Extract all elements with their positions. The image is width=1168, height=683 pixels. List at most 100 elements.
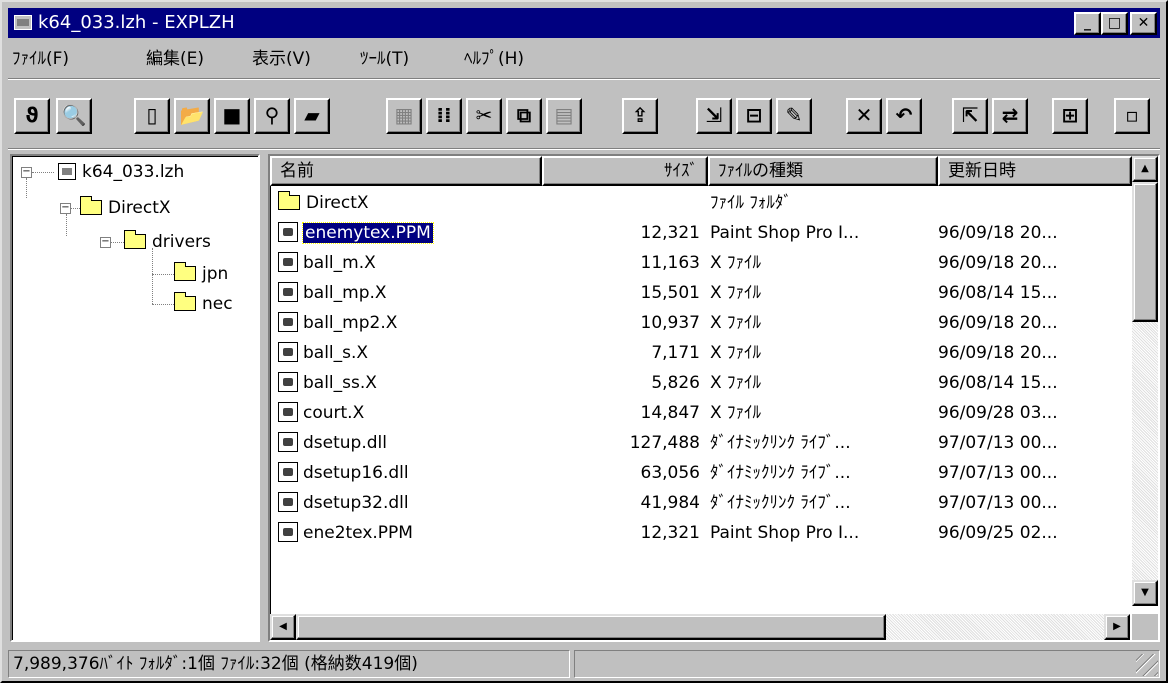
- folder-tree[interactable]: − k64_033.lzh − DirectX − drivers jpn ne…: [10, 154, 260, 642]
- properties-icon[interactable]: ⊟: [736, 98, 772, 134]
- view-mode-icon[interactable]: ▫: [1114, 98, 1150, 134]
- file-size: 15,501: [640, 283, 700, 303]
- file-date: 96/09/18 20...: [938, 223, 1058, 243]
- file-type: Paint Shop Pro I...: [710, 523, 860, 543]
- swap-icon[interactable]: ⇄: [992, 98, 1028, 134]
- file-type: ﾀﾞｲﾅﾐｯｸﾘﾝｸ ﾗｲﾌﾞ...: [710, 463, 851, 483]
- file-size: 7,171: [651, 343, 700, 363]
- file-name: enemytex.PPM: [302, 222, 434, 244]
- maximize-button[interactable]: □: [1101, 12, 1128, 35]
- find-icon[interactable]: ⚲: [254, 98, 290, 134]
- list-item[interactable]: ball_mp2.X 10,937 X ﾌｧｲﾙ 96/09/18 20...: [270, 308, 1130, 338]
- list-item[interactable]: ball_mp.X 15,501 X ﾌｧｲﾙ 96/08/14 15...: [270, 278, 1130, 308]
- new-icon[interactable]: ▯: [134, 98, 170, 134]
- scroll-up-icon[interactable]: ▲: [1132, 156, 1158, 182]
- list-item[interactable]: dsetup.dll 127,488 ﾀﾞｲﾅﾐｯｸﾘﾝｸ ﾗｲﾌﾞ... 97/07…: [270, 428, 1130, 458]
- menu-help[interactable]: ﾍﾙﾌﾟ(H): [464, 48, 524, 70]
- file-size: 12,321: [640, 523, 700, 543]
- tree-line: [32, 172, 54, 173]
- file-size: 127,488: [629, 433, 700, 453]
- column-header-type[interactable]: ﾌｧｲﾙの種類: [708, 156, 938, 186]
- list-item[interactable]: ball_s.X 7,171 X ﾌｧｲﾙ 96/09/18 20...: [270, 338, 1130, 368]
- extract-icon[interactable]: ⇪: [622, 98, 658, 134]
- file-icon: [278, 282, 298, 302]
- file-date: 96/09/18 20...: [938, 253, 1058, 273]
- collapse-directx-icon[interactable]: −: [60, 203, 71, 214]
- scroll-right-icon[interactable]: ▶: [1104, 614, 1130, 640]
- delete-icon[interactable]: ✕: [846, 98, 882, 134]
- file-name-cell: DirectX: [278, 188, 540, 218]
- title-bar[interactable]: k64_033.lzh - EXPLZH _ □ ✕: [8, 8, 1160, 38]
- move-icon[interactable]: ⇱: [952, 98, 988, 134]
- tree-node-root[interactable]: k64_033.lzh: [58, 160, 184, 184]
- list-item[interactable]: DirectX ﾌｧｲﾙ ﾌｫﾙﾀﾞ: [270, 188, 1130, 218]
- file-size: 14,847: [640, 403, 700, 423]
- tree-line: [152, 248, 153, 304]
- window-title: k64_033.lzh - EXPLZH: [38, 12, 235, 33]
- view-icon[interactable]: ⁞⁞: [426, 98, 462, 134]
- file-icon: [278, 222, 298, 242]
- scroll-left-icon[interactable]: ◀: [270, 614, 296, 640]
- column-header-name[interactable]: 名前: [270, 156, 542, 186]
- app-icon[interactable]: [14, 15, 32, 30]
- compress-icon[interactable]: ⇲: [696, 98, 732, 134]
- file-name-cell: ball_mp2.X: [278, 308, 540, 338]
- options-icon[interactable]: ⊞: [1052, 98, 1088, 134]
- folder-icon: [80, 196, 102, 215]
- menu-bar: ﾌｧｲﾙ(F) 編集(E) 表示(V) ﾂｰﾙ(T) ﾍﾙﾌﾟ(H): [8, 42, 1160, 74]
- file-list[interactable]: 名前 ｻｲｽﾞ ﾌｧｲﾙの種類 更新日時 DirectX ﾌｧｲﾙ ﾌｫﾙﾀﾞ en…: [268, 154, 1160, 642]
- file-icon: [278, 342, 298, 362]
- save-icon[interactable]: ■: [214, 98, 250, 134]
- cut-icon[interactable]: ✂: [466, 98, 502, 134]
- open-folder-icon[interactable]: ▰: [294, 98, 330, 134]
- column-header-size[interactable]: ｻｲｽﾞ: [542, 156, 708, 186]
- file-date: 96/08/14 15...: [938, 373, 1058, 393]
- menu-tools[interactable]: ﾂｰﾙ(T): [360, 48, 409, 70]
- minimize-button[interactable]: _: [1074, 12, 1101, 35]
- file-date: 96/09/18 20...: [938, 313, 1058, 333]
- menu-file[interactable]: ﾌｧｲﾙ(F): [12, 48, 69, 70]
- folder-icon: [174, 292, 196, 311]
- edit-icon[interactable]: ✎: [776, 98, 812, 134]
- rename-icon[interactable]: ↶: [886, 98, 922, 134]
- find-archive-icon[interactable]: 🔍: [56, 98, 92, 134]
- close-button[interactable]: ✕: [1130, 12, 1157, 35]
- copy-icon[interactable]: ⧉: [506, 98, 542, 134]
- file-name-cell: ene2tex.PPM: [278, 518, 540, 548]
- horizontal-scroll-thumb[interactable]: [296, 614, 886, 640]
- horizontal-scrollbar[interactable]: ◀ ▶: [270, 614, 1130, 640]
- list-item[interactable]: ene2tex.PPM 12,321 Paint Shop Pro I... 96/0…: [270, 518, 1130, 548]
- vertical-scroll-thumb[interactable]: [1132, 182, 1158, 322]
- file-size: 63,056: [640, 463, 700, 483]
- tree-node-directx[interactable]: DirectX: [80, 196, 171, 220]
- list-item[interactable]: dsetup16.dll 63,056 ﾀﾞｲﾅﾐｯｸﾘﾝｸ ﾗｲﾌﾞ... 97/0…: [270, 458, 1130, 488]
- list-item[interactable]: ball_ss.X 5,826 X ﾌｧｲﾙ 96/08/14 15...: [270, 368, 1130, 398]
- collapse-drivers-icon[interactable]: −: [100, 237, 111, 248]
- menu-edit[interactable]: 編集(E): [146, 48, 204, 70]
- paste-icon[interactable]: ▤: [546, 98, 582, 134]
- list-item[interactable]: ball_m.X 11,163 X ﾌｧｲﾙ 96/09/18 20...: [270, 248, 1130, 278]
- tree-node-drivers[interactable]: drivers: [124, 230, 211, 254]
- menu-view[interactable]: 表示(V): [252, 48, 311, 70]
- file-type: X ﾌｧｲﾙ: [710, 343, 762, 363]
- folder-icon: [174, 262, 196, 281]
- tree-node-nec[interactable]: nec: [174, 292, 233, 316]
- select-icon[interactable]: ▦: [386, 98, 422, 134]
- resize-grip-icon[interactable]: [1136, 654, 1158, 676]
- list-item[interactable]: court.X 14,847 X ﾌｧｲﾙ 96/09/28 03...: [270, 398, 1130, 428]
- tree-node-jpn[interactable]: jpn: [174, 262, 228, 286]
- collapse-root-icon[interactable]: −: [21, 167, 32, 178]
- file-name: dsetup32.dll: [303, 493, 409, 513]
- list-item[interactable]: enemytex.PPM 12,321 Paint Shop Pro I... 96/…: [270, 218, 1130, 248]
- file-type: X ﾌｧｲﾙ: [710, 283, 762, 303]
- list-item[interactable]: dsetup32.dll 41,984 ﾀﾞｲﾅﾐｯｸﾘﾝｸ ﾗｲﾌﾞ... 97/0…: [270, 488, 1130, 518]
- vertical-scrollbar[interactable]: ▲ ▼: [1132, 156, 1158, 606]
- connect-icon[interactable]: ϑ: [14, 98, 50, 134]
- file-date: 97/07/13 00...: [938, 493, 1058, 513]
- open-icon[interactable]: 📂: [174, 98, 210, 134]
- scroll-down-icon[interactable]: ▼: [1132, 580, 1158, 606]
- column-header-date[interactable]: 更新日時: [938, 156, 1132, 186]
- file-icon: [278, 462, 298, 482]
- file-type: ﾀﾞｲﾅﾐｯｸﾘﾝｸ ﾗｲﾌﾞ...: [710, 493, 851, 513]
- file-type: Paint Shop Pro I...: [710, 223, 860, 243]
